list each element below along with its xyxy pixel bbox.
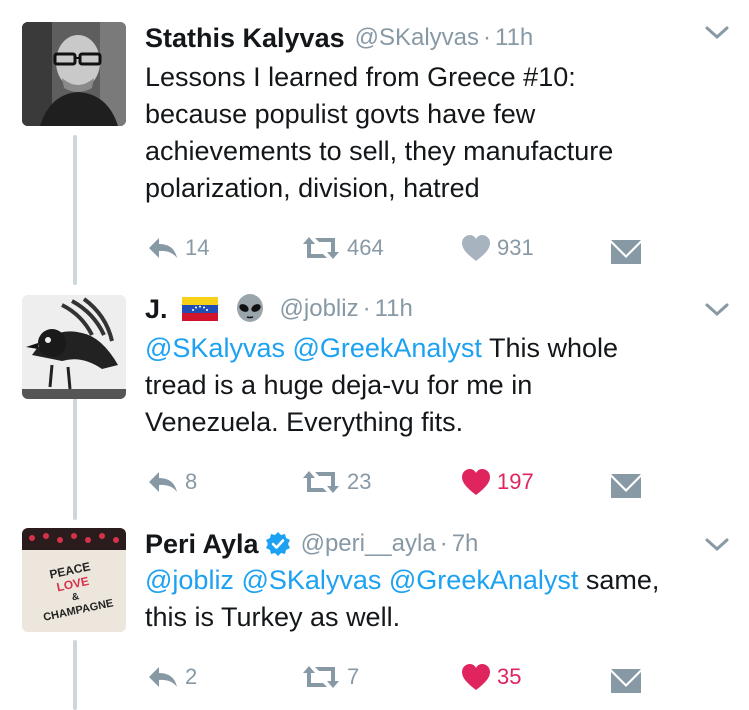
tweet-text-fragment: This whole	[481, 333, 619, 363]
tweet-text: @jobliz @SKalyvas @GreekAnalyst same, th…	[145, 562, 745, 636]
reply-count: 8	[185, 469, 198, 494]
heart-icon	[462, 469, 490, 495]
tweet[interactable]: PEACE LOVE & CHAMPAGNE Peri Ayla @peri__…	[0, 524, 749, 710]
reply-icon	[149, 472, 177, 492]
tweet[interactable]: J. @jobliz · 11h @SKalyvas @GreekAnalyst…	[0, 289, 749, 509]
reply-count: 2	[185, 664, 198, 689]
retweet-count: 23	[347, 469, 372, 494]
tweet-text-line: because populist govts have few	[145, 99, 536, 129]
retweet-count: 464	[347, 235, 384, 260]
retweet-count: 7	[347, 664, 360, 689]
separator-dot: ·	[362, 295, 371, 322]
retweet-button[interactable]: 464	[301, 230, 384, 266]
tweet-actions: 14 464 931	[145, 230, 665, 266]
like-button[interactable]: 35	[461, 659, 521, 695]
heart-icon	[462, 664, 490, 690]
timestamp[interactable]: 7h	[452, 530, 479, 558]
retweet-icon	[303, 471, 339, 493]
timestamp[interactable]: 11h	[495, 24, 533, 52]
timestamp[interactable]: 11h	[375, 295, 413, 323]
tweet-text-fragment: same,	[578, 565, 660, 595]
chevron-down-icon[interactable]	[704, 301, 730, 319]
user-handle[interactable]: @jobliz	[280, 295, 359, 323]
like-button[interactable]: 931	[461, 230, 534, 266]
tweet-text-line: achievements to sell, they manufacture	[145, 136, 614, 166]
venezuela-flag-icon	[181, 297, 218, 321]
retweet-icon	[303, 666, 339, 688]
avatar[interactable]	[22, 295, 126, 399]
reply-count: 14	[185, 235, 210, 260]
tweet-text: @SKalyvas @GreekAnalyst This whole tread…	[145, 330, 735, 441]
tweet-header: J. @jobliz · 11h	[145, 289, 413, 329]
mention-links[interactable]: @SKalyvas @GreekAnalyst	[145, 333, 482, 363]
reply-button[interactable]: 2	[147, 659, 197, 695]
avatar[interactable]: PEACE LOVE & CHAMPAGNE	[22, 528, 126, 632]
reply-button[interactable]: 14	[147, 230, 209, 266]
tweet-text-line: tread is a huge deja-vu for me in	[145, 370, 533, 400]
tweet-header: Peri Ayla @peri__ayla · 7h	[145, 524, 478, 564]
user-handle[interactable]: @peri__ayla	[301, 530, 436, 558]
tweet-text-line: Lessons I learned from Greece #10:	[145, 62, 576, 92]
verified-badge-icon	[265, 531, 291, 557]
chevron-down-icon[interactable]	[704, 536, 730, 554]
tweet-text-line: this is Turkey as well.	[145, 602, 401, 632]
reply-icon	[149, 667, 177, 687]
envelope-icon	[611, 669, 641, 693]
avatar[interactable]	[22, 22, 126, 126]
display-name[interactable]: J.	[145, 294, 168, 325]
dm-button[interactable]	[611, 468, 641, 504]
tweet-text-line: Venezuela. Everything fits.	[145, 407, 464, 437]
like-count: 197	[497, 469, 534, 494]
envelope-icon	[611, 474, 641, 498]
tweet-text-line: @jobliz @SKalyvas @GreekAnalyst same,	[145, 562, 745, 599]
user-handle[interactable]: @SKalyvas	[355, 24, 479, 52]
tweet-header: Stathis Kalyvas @SKalyvas · 11h	[145, 18, 533, 58]
tweet[interactable]: Stathis Kalyvas @SKalyvas · 11h Lessons …	[0, 18, 749, 278]
tweet-actions: 8 23 197	[145, 464, 665, 500]
like-count: 931	[497, 235, 534, 260]
tweet-text: Lessons I learned from Greece #10: becau…	[145, 59, 735, 207]
separator-dot: ·	[439, 530, 448, 557]
dm-button[interactable]	[611, 234, 641, 270]
retweet-icon	[303, 237, 339, 259]
display-name[interactable]: Peri Ayla	[145, 529, 259, 560]
retweet-button[interactable]: 7	[301, 659, 359, 695]
mention-links[interactable]: @jobliz @SKalyvas @GreekAnalyst	[145, 565, 578, 595]
alien-icon	[234, 293, 266, 325]
envelope-icon	[611, 240, 641, 264]
chevron-down-icon[interactable]	[704, 24, 730, 42]
reply-icon	[149, 238, 177, 258]
dm-button[interactable]	[611, 663, 641, 699]
reply-button[interactable]: 8	[147, 464, 197, 500]
heart-icon	[462, 235, 490, 261]
retweet-button[interactable]: 23	[301, 464, 371, 500]
tweet-text-line: polarization, division, hatred	[145, 173, 480, 203]
tweet-actions: 2 7 35	[145, 659, 665, 695]
tweet-text-line: @SKalyvas @GreekAnalyst This whole	[145, 330, 735, 367]
like-button[interactable]: 197	[461, 464, 534, 500]
display-name[interactable]: Stathis Kalyvas	[145, 23, 345, 54]
like-count: 35	[497, 664, 522, 689]
separator-dot: ·	[483, 24, 492, 51]
